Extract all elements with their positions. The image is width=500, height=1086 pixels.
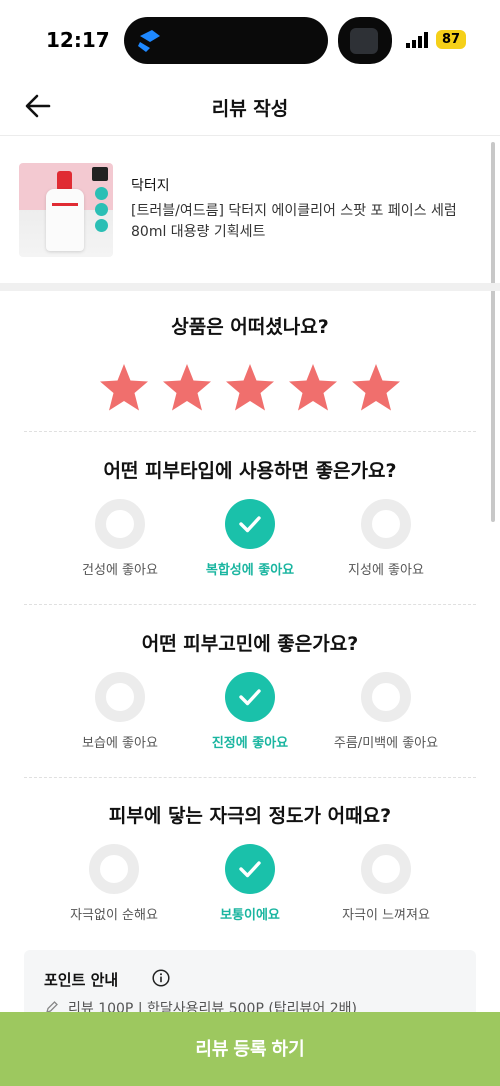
option-label: 자극이 느껴져요 (342, 908, 430, 923)
badge-dot (95, 187, 108, 200)
bottle-label (52, 203, 78, 206)
option-label: 주름/미백에 좋아요 (333, 736, 439, 751)
skin-type-options: 건성에 좋아요 복합성에 좋아요 지성에 좋아요 (0, 499, 500, 579)
option-label: 지성에 좋아요 (348, 563, 424, 578)
package-tag (92, 167, 108, 181)
skin-concern-question: 어떤 피부고민에 좋은가요? (141, 633, 359, 655)
skin-concern-options: 보습에 좋아요 진정에 좋아요 주름/미백에 좋아요 (0, 672, 500, 752)
top-bar: 리뷰 작성 (0, 80, 500, 136)
product-brand: 닥터지 (131, 178, 170, 194)
status-bar: 12:17 87 (0, 0, 500, 80)
star-icon[interactable] (224, 362, 276, 414)
radio-off[interactable] (95, 672, 145, 722)
radio-off[interactable] (361, 672, 411, 722)
dashed-divider (24, 777, 476, 778)
activity-thumbnail (350, 28, 378, 54)
star-rating[interactable] (98, 362, 402, 416)
radio-on[interactable] (225, 844, 275, 894)
product-name: [트러블/여드름] 닥터지 에이클리어 스팟 포 페이스 세럼 80ml 대용량… (131, 203, 457, 240)
radio-off[interactable] (89, 844, 139, 894)
bottle-cap (57, 171, 72, 191)
check-icon (239, 689, 261, 706)
badge-dot (95, 203, 108, 216)
product-image (19, 163, 113, 257)
dynamic-island-activity (338, 17, 392, 64)
radio-on[interactable] (225, 672, 275, 722)
star-icon[interactable] (287, 362, 339, 414)
page-title: 리뷰 작성 (211, 98, 289, 120)
signal-icon (406, 32, 428, 48)
radio-on[interactable] (225, 499, 275, 549)
star-icon[interactable] (350, 362, 402, 414)
app-logo-icon (138, 30, 160, 52)
submit-review-button[interactable]: 리뷰 등록 하기 (0, 1012, 500, 1086)
radio-off[interactable] (361, 499, 411, 549)
star-icon[interactable] (98, 362, 150, 414)
check-icon (239, 516, 261, 533)
point-title: 포인트 안내 (44, 971, 119, 989)
section-divider (0, 283, 500, 291)
star-icon[interactable] (161, 362, 213, 414)
dynamic-island (124, 17, 328, 64)
rating-question: 상품은 어떠셨나요? (171, 316, 329, 338)
info-icon[interactable] (152, 969, 170, 987)
dashed-divider (24, 431, 476, 432)
option-oily[interactable]: 지성에 좋아요 (306, 499, 466, 579)
product-summary: 닥터지 [트러블/여드름] 닥터지 에이클리어 스팟 포 페이스 세럼 80ml… (0, 137, 500, 283)
status-time: 12:17 (46, 28, 110, 52)
check-icon (239, 861, 261, 878)
battery-indicator: 87 (436, 30, 466, 49)
radio-off[interactable] (95, 499, 145, 549)
radio-off[interactable] (361, 844, 411, 894)
irritation-options: 자극없이 순해요 보통이에요 자극이 느껴져요 (0, 844, 500, 924)
irritation-question: 피부에 닿는 자극의 정도가 어때요? (108, 805, 392, 827)
option-wrinkle[interactable]: 주름/미백에 좋아요 (306, 672, 466, 752)
dashed-divider (24, 604, 476, 605)
bottle (46, 189, 84, 251)
skin-type-question: 어떤 피부타입에 사용하면 좋은가요? (103, 460, 397, 482)
option-irritating[interactable]: 자극이 느껴져요 (306, 844, 466, 924)
badge-dot (95, 219, 108, 232)
